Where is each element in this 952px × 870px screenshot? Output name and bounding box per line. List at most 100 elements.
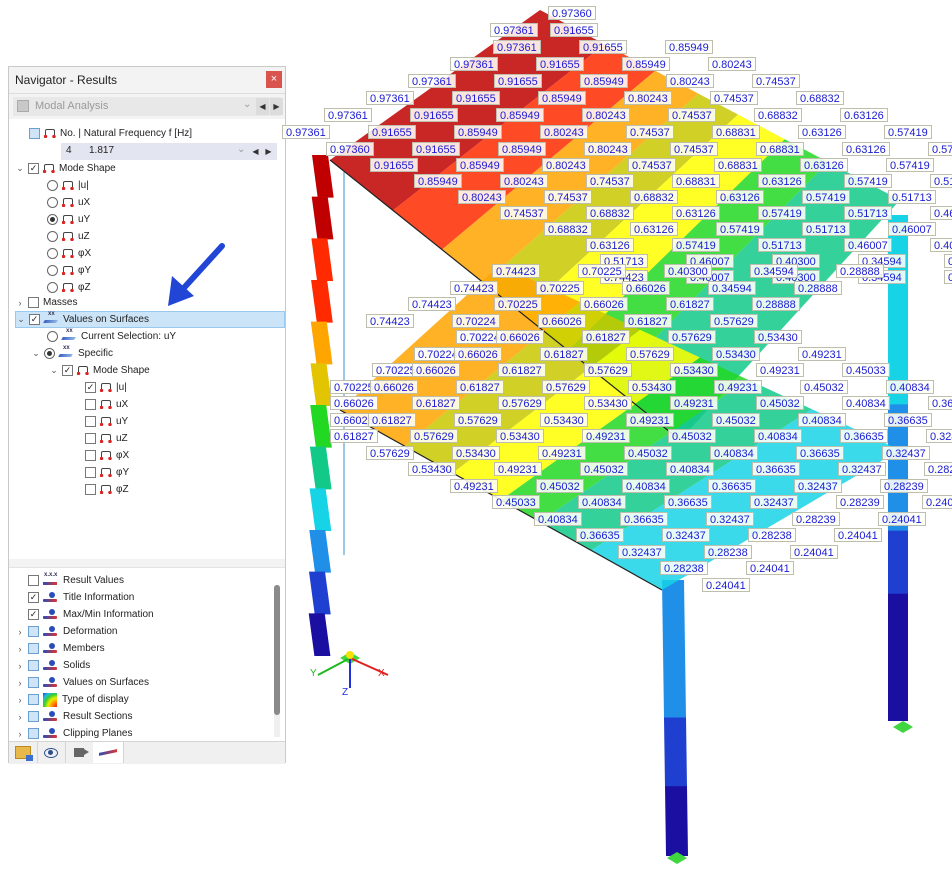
surface-value-label: 0.68831	[714, 158, 762, 172]
axis-y-arrow	[317, 657, 351, 676]
masses-checkbox[interactable]	[28, 297, 39, 308]
3d-viewport[interactable]: 0.97360 0.97361 0.91655 0.97361 0.91655 0.859…	[282, 0, 952, 870]
previous-mode-button[interactable]: ◀	[249, 143, 262, 160]
display-option-checkbox[interactable]	[28, 711, 39, 722]
current-selection-radio[interactable]	[47, 331, 58, 342]
display-option-item[interactable]: › Clipping Planes	[15, 725, 133, 742]
component-checkbox[interactable]	[85, 399, 96, 410]
scrollbar-thumb[interactable]	[274, 585, 280, 715]
display-option-item[interactable]: ✓ Max/Min Information	[15, 606, 154, 623]
surface-value-label: 0.61827	[498, 363, 546, 377]
display-option-item[interactable]: Result Values	[15, 572, 124, 589]
surface-value-label: 0.97361	[493, 40, 541, 54]
mode-shape-option[interactable]: φX	[47, 245, 91, 262]
component-checkbox[interactable]: ✓	[85, 382, 96, 393]
display-option-checkbox[interactable]	[28, 626, 39, 637]
chevron-down-icon[interactable]: ⌄	[15, 163, 25, 174]
surface-component-option[interactable]: φZ	[85, 481, 129, 498]
tree-item-masses[interactable]: › Masses	[15, 294, 77, 311]
display-option-item[interactable]: › Type of display	[15, 691, 129, 708]
surface-component-option[interactable]: φY	[85, 464, 129, 481]
display-option-checkbox[interactable]	[28, 728, 39, 739]
camera-tab[interactable]	[65, 742, 94, 763]
chevron-down-icon[interactable]: ⌄	[49, 365, 59, 376]
surface-value-label: 0.97361	[324, 108, 372, 122]
component-checkbox[interactable]	[85, 467, 96, 478]
display-option-checkbox[interactable]	[28, 643, 39, 654]
display-option-item[interactable]: › Deformation	[15, 623, 117, 640]
mode-selector-checkbox[interactable]	[29, 128, 40, 139]
chevron-right-icon[interactable]: ›	[15, 627, 25, 637]
chevron-right-icon[interactable]: ›	[15, 678, 25, 688]
chevron-down-icon[interactable]: ⌄	[31, 348, 41, 359]
results-tab[interactable]	[93, 742, 124, 763]
surface-component-option[interactable]: uZ	[85, 430, 128, 447]
mode-shape-option[interactable]: |u|	[47, 177, 89, 194]
specific-radio[interactable]	[44, 348, 55, 359]
component-checkbox[interactable]	[85, 433, 96, 444]
mode-shape-option-radio[interactable]	[47, 214, 58, 225]
chevron-down-icon[interactable]: ⌄	[16, 314, 26, 325]
mode-shape-option-radio[interactable]	[47, 265, 58, 276]
display-option-checkbox[interactable]	[28, 660, 39, 671]
option-label: φY	[116, 467, 130, 478]
modal-analysis-icon	[17, 100, 29, 112]
next-arrow-button[interactable]: ▶	[270, 98, 283, 115]
tree-item-current-selection[interactable]: Current Selection: uY	[47, 328, 176, 345]
mode-shape-option-radio[interactable]	[47, 231, 58, 242]
display-option-checkbox[interactable]	[28, 575, 39, 586]
surface-value-label: 0.57419	[758, 206, 806, 220]
surface-component-option[interactable]: ✓ |u|	[85, 379, 127, 396]
display-option-checkbox[interactable]: ✓	[28, 592, 39, 603]
surface-component-option[interactable]: uY	[85, 413, 128, 430]
display-option-checkbox[interactable]: ✓	[28, 609, 39, 620]
mode-shape-option-radio[interactable]	[47, 180, 58, 191]
tree-item-values-on-surfaces[interactable]: ⌄ ✓ Values on Surfaces	[15, 311, 285, 328]
mode-shape-option[interactable]: uX	[47, 194, 90, 211]
tree-item-mode-shape[interactable]: ⌄ ✓ Mode Shape	[15, 160, 116, 177]
chevron-right-icon[interactable]: ›	[15, 712, 25, 722]
chevron-right-icon[interactable]: ›	[15, 298, 25, 308]
component-checkbox[interactable]	[85, 450, 96, 461]
component-checkbox[interactable]	[85, 416, 96, 427]
tree-item-specific[interactable]: ⌄ Specific	[31, 345, 113, 362]
display-option-checkbox[interactable]	[28, 694, 39, 705]
display-option-item[interactable]: ✓ Title Information	[15, 589, 134, 606]
data-tab[interactable]	[9, 742, 38, 763]
surface-value-label: 0.68832	[754, 108, 802, 122]
mode-shape-icon	[62, 214, 74, 225]
surface-value-label: 0.32437	[882, 445, 930, 460]
mode-shape-option[interactable]: uZ	[47, 228, 90, 245]
mode-number-dropdown[interactable]: 4 1.817 ⌄ ◀ ▶	[61, 143, 277, 160]
component-checkbox[interactable]	[85, 484, 96, 495]
specific-mode-shape-checkbox[interactable]: ✓	[62, 365, 73, 376]
chevron-right-icon[interactable]: ›	[15, 661, 25, 671]
view-tab[interactable]	[37, 742, 66, 763]
surface-value-label: 0.85949	[496, 108, 544, 122]
display-option-checkbox[interactable]	[28, 677, 39, 688]
values-on-surfaces-checkbox[interactable]: ✓	[29, 314, 40, 325]
surface-component-option[interactable]: uX	[85, 396, 128, 413]
tree-item-specific-mode-shape[interactable]: ⌄ ✓ Mode Shape	[49, 362, 150, 379]
chevron-right-icon[interactable]: ›	[15, 644, 25, 654]
surface-value-label: 0.36635	[708, 478, 756, 493]
mode-shape-option[interactable]: φY	[47, 262, 91, 279]
scrollbar[interactable]	[274, 585, 280, 737]
surface-component-option[interactable]: φX	[85, 447, 129, 464]
mode-shape-option-radio[interactable]	[47, 197, 58, 208]
mode-shape-option-radio[interactable]	[47, 248, 58, 259]
mode-shape-checkbox[interactable]: ✓	[28, 163, 39, 174]
previous-arrow-button[interactable]: ◀	[256, 98, 269, 115]
display-option-item[interactable]: › Result Sections	[15, 708, 132, 725]
mode-shape-option[interactable]: uY	[47, 211, 90, 228]
mode-shape-option-radio[interactable]	[47, 282, 58, 293]
display-option-item[interactable]: › Values on Surfaces	[15, 674, 149, 691]
analysis-type-dropdown[interactable]: Modal Analysis ⌄ ◀ ▶	[13, 97, 283, 116]
close-button[interactable]: ×	[266, 71, 282, 88]
next-mode-button[interactable]: ▶	[262, 143, 275, 160]
display-option-item[interactable]: › Solids	[15, 657, 90, 674]
chevron-right-icon[interactable]: ›	[15, 729, 25, 739]
camera-icon	[74, 748, 89, 757]
chevron-right-icon[interactable]: ›	[15, 695, 25, 705]
display-option-item[interactable]: › Members	[15, 640, 105, 657]
